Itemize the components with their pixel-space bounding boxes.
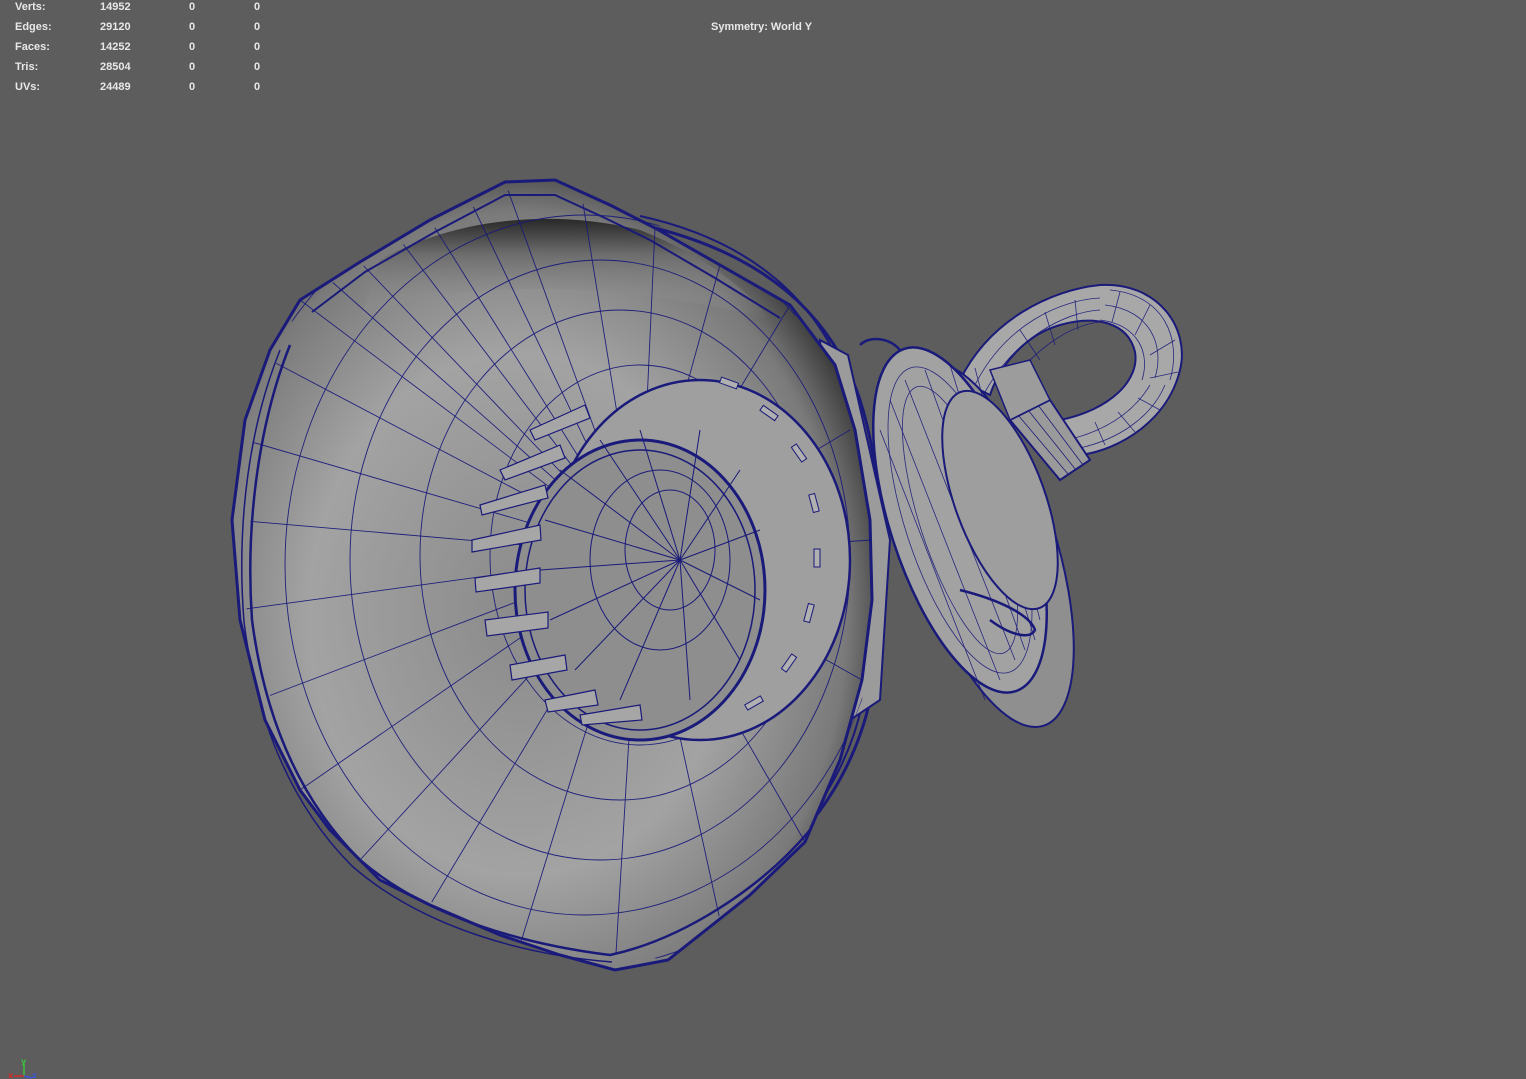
hud-row-edges: Edges: 29120 0 0 [0,21,270,35]
hud-row-tris: Tris: 28504 0 0 [0,61,270,75]
axis-y-label: y [21,1057,27,1066]
3d-viewport[interactable]: Verts: 14952 0 0 Edges: 29120 0 0 Faces:… [0,0,1526,1079]
axis-x-label: x [8,1071,14,1079]
hud-row-faces: Faces: 14252 0 0 [0,41,270,55]
hud-selected: 0 [189,1,196,13]
hud-selected-tris: 0 [254,41,261,53]
hud-row-uvs: UVs: 24489 0 0 [0,81,270,95]
axis-z-line [23,1075,33,1079]
hud-total: 14952 [100,1,131,13]
hud-selected: 0 [189,41,196,53]
hud-selected: 0 [189,61,196,73]
lamp-wireframe-model[interactable] [0,0,1526,1079]
hud-total: 28504 [100,61,131,73]
hud-total: 24489 [100,81,131,93]
hud-label: Edges: [15,21,52,33]
hud-selected: 0 [189,81,196,93]
hud-selected-tris: 0 [254,81,261,93]
hud-total: 29120 [100,21,131,33]
hud-row-verts: Verts: 14952 0 0 [0,1,270,15]
axis-gizmo: y x z [8,1057,37,1079]
hud-label: Tris: [15,61,39,73]
hud-selected-tris: 0 [254,21,261,33]
hud-selected-tris: 0 [254,61,261,73]
hud-label: UVs: [15,81,41,93]
symmetry-indicator: Symmetry: World Y [711,21,813,33]
hud-label: Verts: [15,1,46,13]
hud-label: Faces: [15,41,50,53]
axis-z-label: z [32,1071,37,1079]
hud-total: 14252 [100,41,131,53]
hud-selected-tris: 0 [254,1,261,13]
hud-selected: 0 [189,21,196,33]
